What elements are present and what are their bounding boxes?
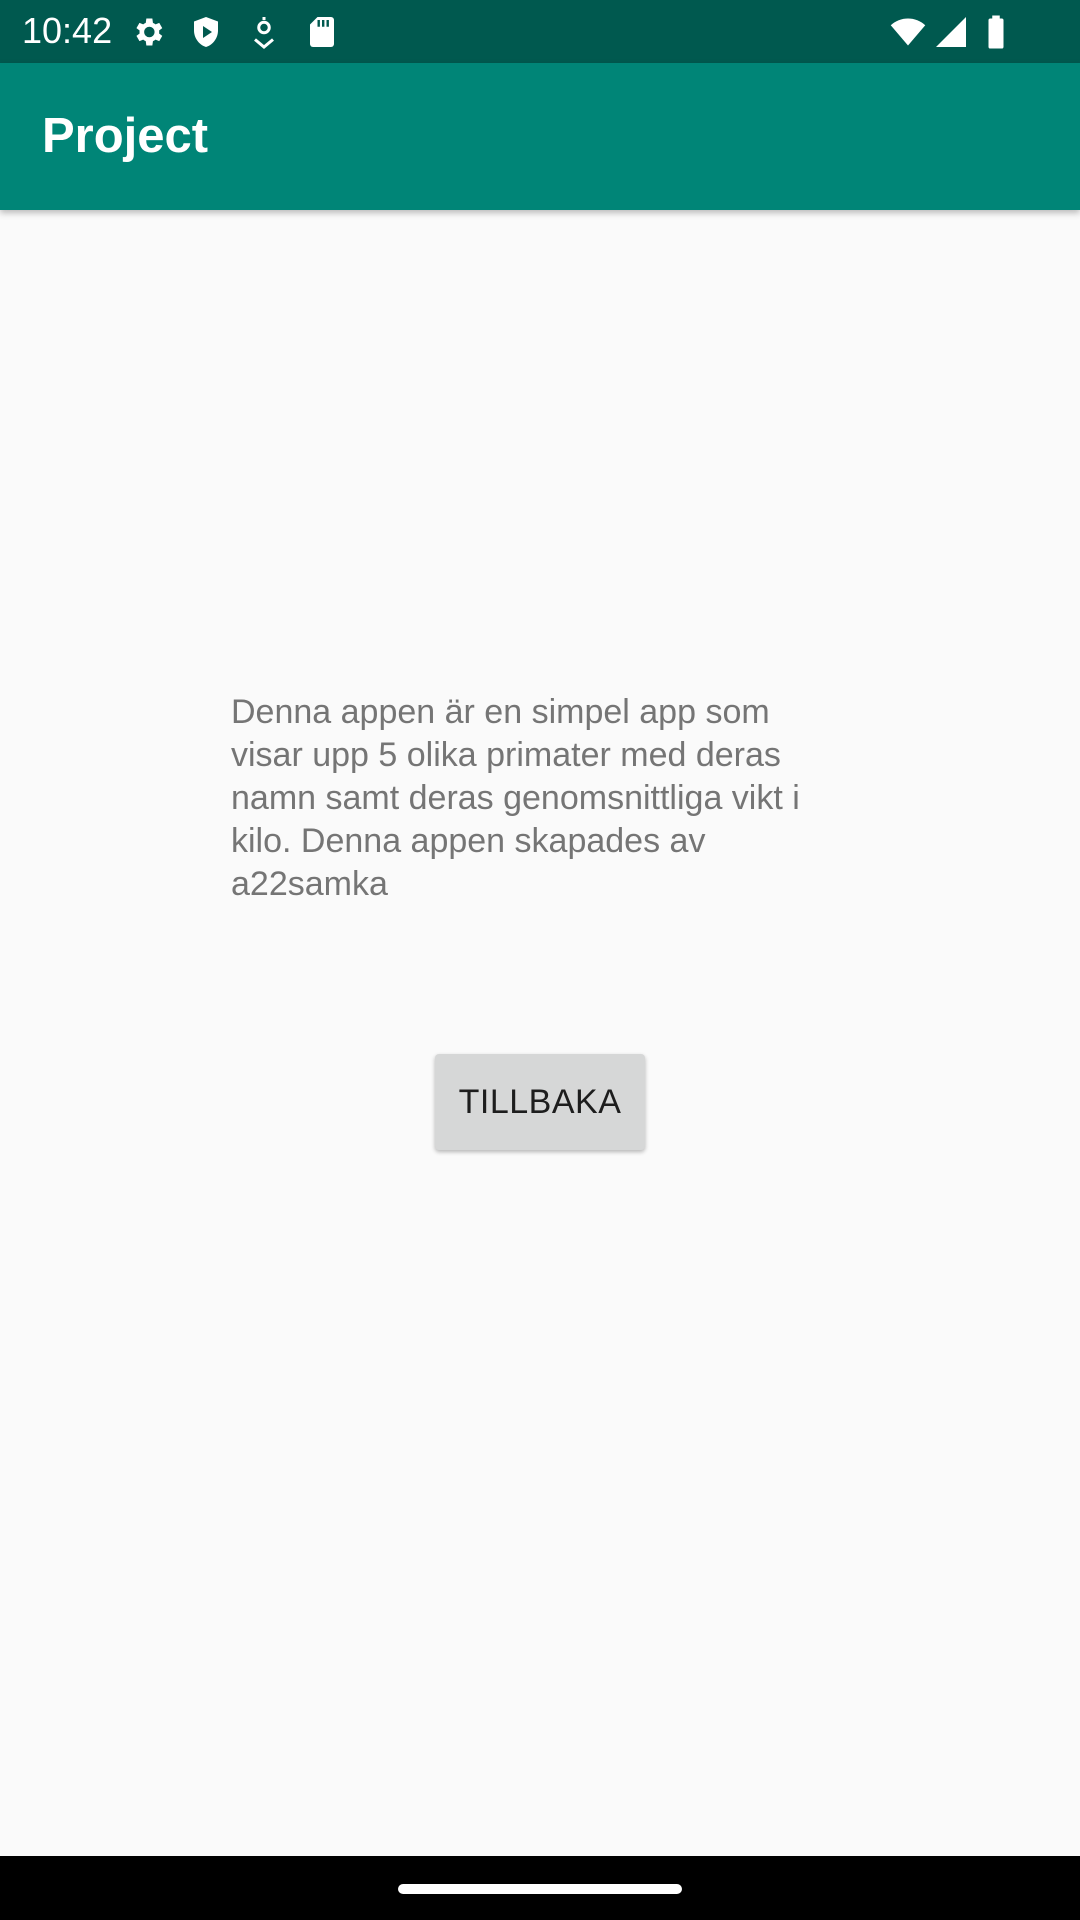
wifi-icon <box>890 18 926 46</box>
location-icon <box>254 17 274 49</box>
battery-icon <box>988 15 1004 49</box>
description-text: Denna appen är en simpel app som visar u… <box>231 693 800 903</box>
back-button[interactable]: TILLBAKA <box>435 1054 645 1150</box>
status-time: 10:42 <box>22 10 113 51</box>
gear-icon <box>136 18 163 46</box>
signal-icon <box>936 17 966 47</box>
shield-icon <box>194 17 218 47</box>
app-title: Project <box>42 109 209 163</box>
navigation-bar <box>0 1856 1080 1920</box>
sd-card-icon <box>310 17 334 47</box>
app-bar: Project <box>0 63 1080 210</box>
home-indicator[interactable] <box>398 1884 682 1894</box>
screen: 10:42 Project Denna appen är en simpel a… <box>0 0 1080 1920</box>
status-bar: 10:42 <box>0 0 1080 63</box>
